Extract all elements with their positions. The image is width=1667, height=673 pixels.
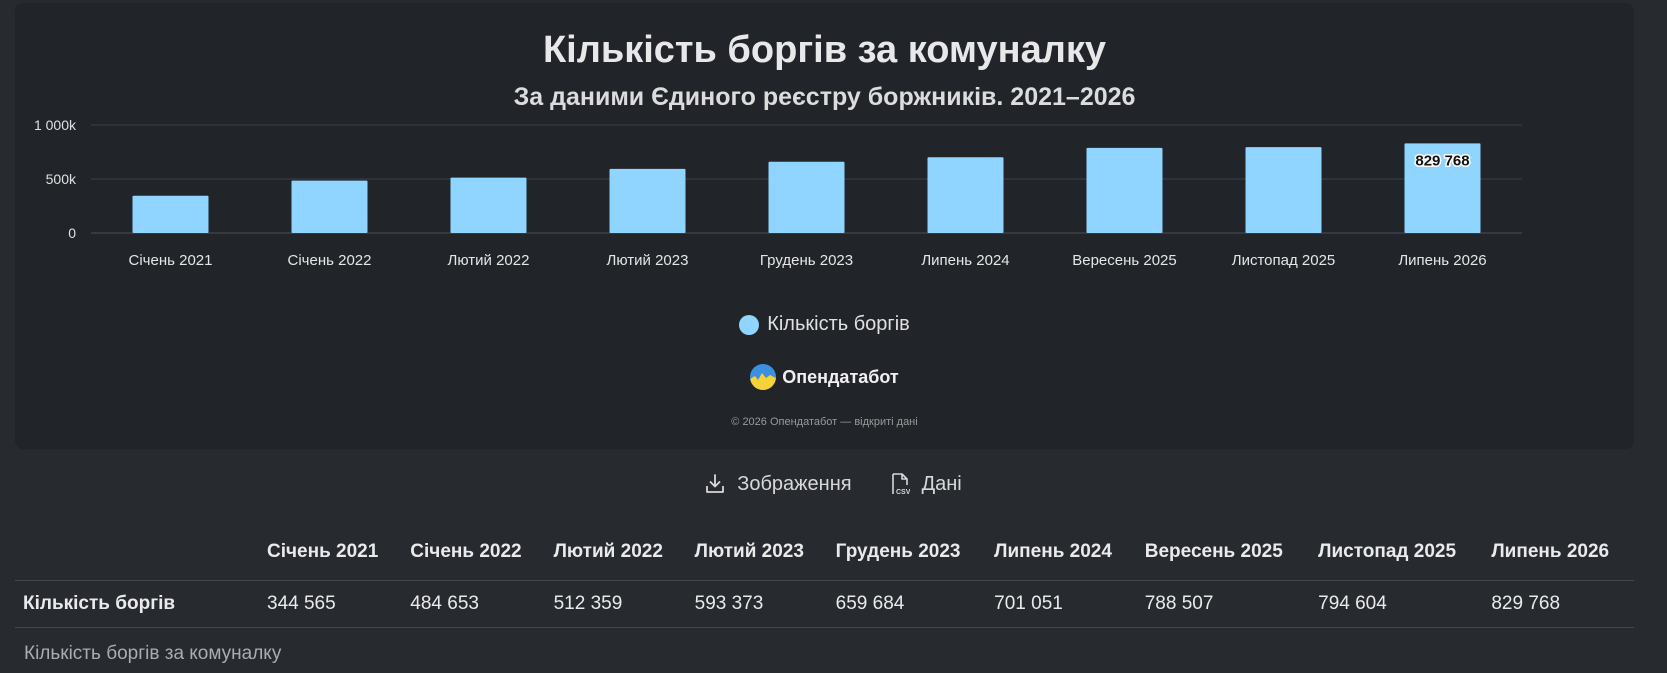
bar [768,161,845,233]
column-header: Липень 2024 [994,541,1112,562]
table-row: Кількість боргів 344 565 484 653 512 359… [15,580,1634,628]
download-image-label: Зображення [737,472,852,495]
bar [291,180,368,233]
y-tick-label: 500k [46,171,77,187]
bar [927,157,1004,233]
x-tick-label: Липень 2026 [1398,252,1486,269]
table-header-row: Січень 2021 Січень 2022 Лютий 2022 Лютий… [15,530,1634,581]
x-tick-label: Лютий 2023 [607,252,689,269]
bar [609,168,686,233]
column-header: Липень 2026 [1491,541,1610,562]
x-tick-label: Січень 2021 [129,252,213,269]
column-header: Лютий 2023 [694,541,804,562]
download-image-button[interactable]: Зображення [705,472,852,496]
y-tick-label: 0 [68,225,76,241]
x-tick-label: Липень 2024 [921,252,1009,269]
copyright: © 2026 Опендатабот — відкриті дані [731,416,918,428]
legend-label: Кількість боргів [767,313,910,335]
row-header: Кількість боргів [15,580,259,628]
download-data-label: Дані [921,472,962,495]
bar [1086,147,1163,233]
bar [450,177,527,233]
column-header: Січень 2022 [410,541,522,562]
column-header: Листопад 2025 [1318,541,1457,562]
table-corner-cell [15,530,259,581]
column-header: Грудень 2023 [835,541,961,562]
table-cell: 701 051 [986,580,1137,628]
table-cell: 344 565 [259,580,403,628]
x-tick-label: Лютий 2022 [448,252,530,269]
brand: Опендатабот [15,364,1634,390]
bar [132,195,209,233]
csv-file-icon: CSV [890,472,910,496]
data-table: Січень 2021 Січень 2022 Лютий 2022 Лютий… [15,530,1634,628]
download-icon [705,473,725,495]
x-tick-label: Грудень 2023 [760,252,853,269]
table-cell: 659 684 [827,580,987,628]
bar-chart: 0 500k 1 000k Січень 2021 Січень 2022 Лютий 2… [34,117,1522,269]
legend-swatch [739,314,760,335]
brand-name: Опендатабот [782,366,899,387]
table-cell: 788 507 [1136,580,1311,628]
table-cell: 794 604 [1310,580,1484,628]
table-cell: 484 653 [402,580,546,628]
x-tick-label: Січень 2022 [288,252,372,269]
column-header: Січень 2021 [267,541,379,562]
table-cell: 829 768 [1483,580,1634,628]
x-tick-label: Листопад 2025 [1232,252,1336,269]
legend-item[interactable]: Кількість боргів [15,313,1634,336]
table-cell: 593 373 [686,580,828,628]
x-tick-label: Вересень 2025 [1072,252,1177,269]
opendatabot-logo-icon [750,364,777,390]
download-data-button[interactable]: CSV Дані [890,472,962,496]
table-cell: 512 359 [545,580,687,628]
table-caption: Кількість боргів за комуналку [24,643,282,664]
column-header: Вересень 2025 [1144,541,1283,562]
svg-text:CSV: CSV [896,489,910,496]
y-tick-label: 1 000k [34,117,77,133]
bar [1245,147,1322,233]
export-actions: Зображення CSV Дані [0,472,1667,496]
column-header: Лютий 2022 [553,541,663,562]
data-label: 829 768 [1415,152,1469,169]
chart-card: Кількість боргів за комуналку За даними … [15,3,1634,449]
